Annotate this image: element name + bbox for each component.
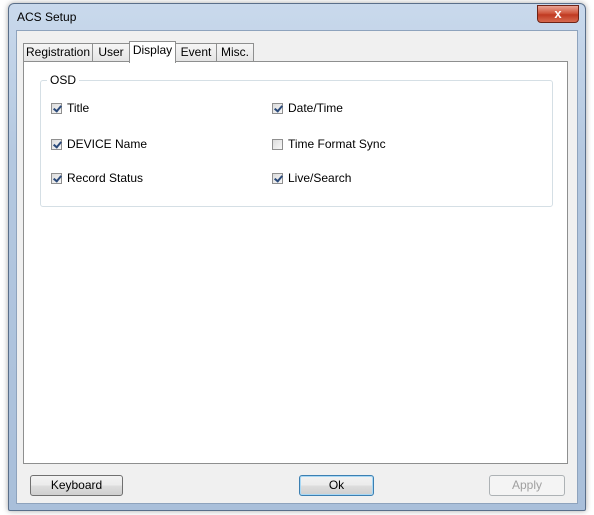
acs-setup-window: ACS Setup x Registration User Display Ev… (8, 3, 586, 511)
date-time-checkbox-label: Date/Time (288, 101, 343, 115)
live-search-checkbox-label: Live/Search (288, 171, 352, 185)
date-time-checkbox[interactable]: Date/Time (272, 101, 343, 115)
checkbox-icon[interactable] (51, 138, 62, 150)
close-icon: x (554, 6, 562, 21)
title-checkbox-label: Title (67, 101, 90, 115)
window-title: ACS Setup (17, 10, 77, 24)
osd-group-label: OSD (47, 73, 80, 87)
ok-button[interactable]: Ok (299, 475, 374, 496)
checkbox-icon[interactable] (51, 102, 62, 114)
tab-misc[interactable]: Misc. (216, 43, 254, 62)
checkbox-icon[interactable] (272, 138, 283, 150)
keyboard-button[interactable]: Keyboard (30, 475, 123, 496)
device-name-checkbox[interactable]: DEVICE Name (51, 137, 147, 151)
time-format-sync-checkbox[interactable]: Time Format Sync (272, 137, 386, 151)
dialog-client-area: Registration User Display Event Misc. OS… (16, 30, 578, 504)
checkbox-icon[interactable] (272, 172, 283, 184)
tab-user[interactable]: User (92, 43, 130, 62)
tab-registration[interactable]: Registration (23, 43, 93, 62)
tab-display[interactable]: Display (129, 41, 176, 63)
record-status-checkbox[interactable]: Record Status (51, 171, 143, 185)
title-checkbox[interactable]: Title (51, 101, 89, 115)
apply-button[interactable]: Apply (489, 475, 565, 496)
osd-group: OSD Title Date/Time DEVICE Name Time For… (40, 73, 553, 207)
time-format-sync-checkbox-label: Time Format Sync (288, 137, 386, 151)
device-name-checkbox-label: DEVICE Name (67, 137, 148, 151)
close-button[interactable]: x (537, 5, 579, 23)
title-bar[interactable]: ACS Setup x (9, 4, 585, 30)
record-status-checkbox-label: Record Status (67, 171, 144, 185)
checkbox-icon[interactable] (51, 172, 62, 184)
live-search-checkbox[interactable]: Live/Search (272, 171, 351, 185)
checkbox-icon[interactable] (272, 102, 283, 114)
tab-event[interactable]: Event (175, 43, 217, 62)
display-tab-panel: OSD Title Date/Time DEVICE Name Time For… (23, 61, 568, 464)
